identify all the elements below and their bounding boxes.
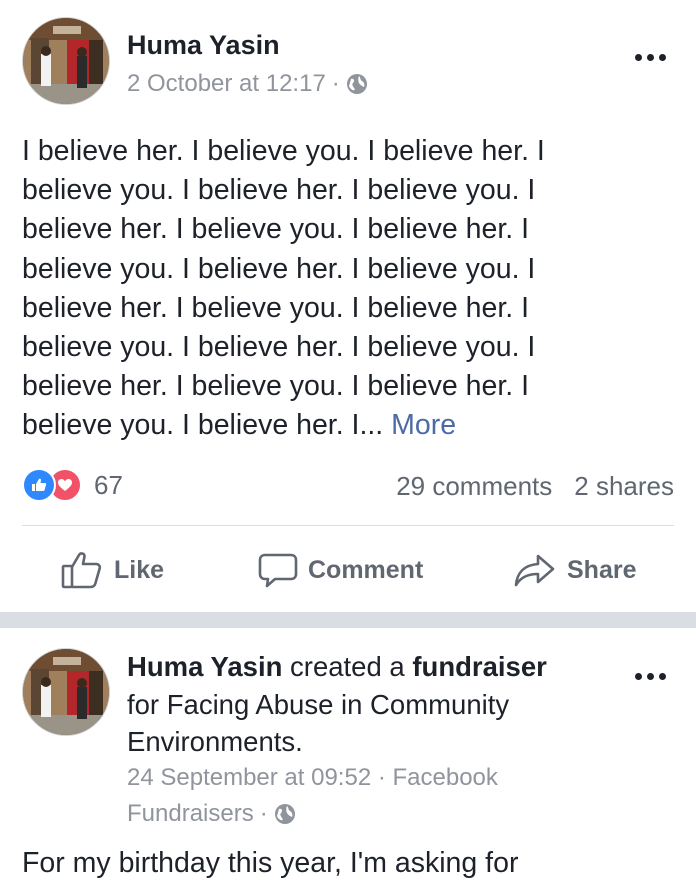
header-line[interactable]: for Facing Abuse in Community [127,686,617,724]
post-text-line: believe you. I believe her. I... [22,409,384,442]
post-timestamp[interactable]: 24 September at 09:52 · Facebook [127,760,498,796]
post-text-line: believe her. I believe you. I believe he… [22,370,529,403]
post-text-line: believe you. I believe her. I believe yo… [22,331,536,364]
see-more-link[interactable]: More [391,409,456,441]
author-name[interactable]: Huma Yasin [127,30,280,61]
post-timestamp[interactable]: 2 October at 12:17 [127,70,326,98]
post-text-line: believe her. I believe you. I believe he… [22,213,529,246]
post-text-line: believe you. I believe her. I believe yo… [22,174,536,207]
divider [22,525,674,526]
dot [647,54,654,61]
like-button[interactable]: Like [60,548,164,592]
dot [659,673,666,680]
meta-line: 24 September at 09:52 · Facebook [127,760,498,796]
like-reaction-icon [22,468,56,502]
post-text: I believe her. I believe you. I believe … [22,132,662,446]
header-line[interactable]: Environments. [127,723,617,761]
post-text: For my birthday this year, I'm asking fo… [22,847,519,879]
dot [647,673,654,680]
share-label: Share [567,555,637,584]
dot [635,54,642,61]
globe-icon [274,804,295,824]
post-card: Huma Yasin 2 October at 12:17 · I believ… [0,0,696,612]
post-text-line: believe her. I believe you. I believe he… [22,291,529,324]
post-header-text: Huma Yasin created a fundraiser for Faci… [127,648,617,761]
dot [635,673,642,680]
engagement-counts: 29 comments 2 shares [396,471,674,502]
shares-count[interactable]: 2 shares [574,471,674,502]
author-avatar[interactable] [22,17,110,105]
post-source[interactable]: Fundraisers [127,796,254,832]
share-button[interactable]: Share [513,548,636,592]
meta-separator: · [259,800,268,827]
comment-label: Comment [308,555,424,584]
post-meta: 2 October at 12:17 · [127,70,368,98]
post-text-line: I believe her. I believe you. I believe … [22,135,545,167]
post-options-button[interactable] [635,54,666,61]
post-meta: 24 September at 09:52 · Facebook Fundrai… [127,760,498,832]
post-options-button[interactable] [635,673,666,680]
globe-icon [346,74,367,94]
feed-separator [0,612,696,628]
post-text-line-last: believe you. I believe her. I... More [22,406,662,445]
avatar-photo [23,18,109,104]
meta-line: Fundraisers · [127,796,498,832]
reactions-summary[interactable]: 67 [22,468,123,502]
comment-bubble-icon [258,553,298,588]
reaction-count: 67 [94,469,123,500]
header-verb: created a [290,651,405,682]
author-avatar[interactable] [22,648,110,736]
like-label: Like [114,555,165,584]
share-arrow-icon [514,554,555,587]
comments-count[interactable]: 29 comments [396,471,552,502]
author-name[interactable]: Huma Yasin [127,651,282,682]
header-line: Huma Yasin created a fundraiser [127,648,617,686]
comment-button[interactable]: Comment [258,548,423,592]
meta-separator: · [331,70,340,97]
post-text-line: believe you. I believe her. I believe yo… [22,252,536,285]
dot [659,54,666,61]
avatar-photo [23,649,109,735]
fundraiser-link[interactable]: fundraiser [412,651,546,682]
thumbs-up-icon [61,552,102,589]
